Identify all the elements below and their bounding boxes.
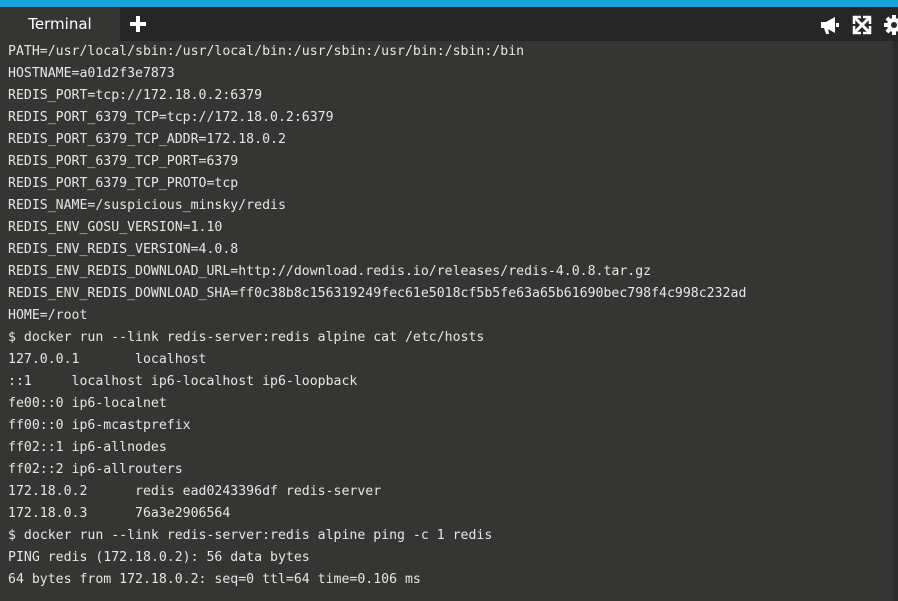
terminal-scrollbar[interactable] xyxy=(893,41,898,601)
terminal-line: 172.18.0.3 76a3e2906564 xyxy=(8,506,231,521)
top-accent-bar xyxy=(0,0,898,7)
terminal-line: ff02::1 ip6-allnodes xyxy=(8,440,167,455)
terminal-output[interactable]: PATH=/usr/local/sbin:/usr/local/bin:/usr… xyxy=(0,41,893,601)
terminal-line: REDIS_PORT_6379_TCP_ADDR=172.18.0.2 xyxy=(8,132,286,147)
terminal-line: ff00::0 ip6-mcastprefix xyxy=(8,418,191,433)
tab-bar: Terminal xyxy=(0,7,898,41)
terminal-line: ::1 localhost ip6-localhost ip6-loopback xyxy=(8,374,358,389)
gear-icon[interactable] xyxy=(883,14,898,36)
terminal-line: REDIS_ENV_REDIS_DOWNLOAD_URL=http://down… xyxy=(8,264,652,279)
megaphone-icon[interactable] xyxy=(819,14,841,36)
terminal-line: $ docker run --link redis-server:redis a… xyxy=(8,330,485,345)
terminal-line: 127.0.0.1 localhost xyxy=(8,352,207,367)
terminal-line: REDIS_PORT_6379_TCP_PROTO=tcp xyxy=(8,176,239,191)
terminal-line: REDIS_ENV_REDIS_DOWNLOAD_SHA=ff0c38b8c15… xyxy=(8,286,747,301)
terminal-line: 64 bytes from 172.18.0.2: seq=0 ttl=64 t… xyxy=(8,572,421,587)
terminal-line: fe00::0 ip6-localnet xyxy=(8,396,167,411)
terminal-line: PING redis (172.18.0.2): 56 data bytes xyxy=(8,550,310,565)
terminal-line: REDIS_ENV_GOSU_VERSION=1.10 xyxy=(8,220,223,235)
terminal-line: REDIS_PORT_6379_TCP_PORT=6379 xyxy=(8,154,239,169)
terminal-line: REDIS_NAME=/suspicious_minsky/redis xyxy=(8,198,286,213)
terminal-line: REDIS_PORT=tcp://172.18.0.2:6379 xyxy=(8,88,263,103)
terminal-line: $ docker run --link redis-server:redis a… xyxy=(8,528,493,543)
plus-icon[interactable] xyxy=(126,11,150,37)
terminal-line: HOME=/root xyxy=(8,308,88,323)
terminal-line: REDIS_ENV_REDIS_VERSION=4.0.8 xyxy=(8,242,239,257)
terminal-line: REDIS_PORT_6379_TCP=tcp://172.18.0.2:637… xyxy=(8,110,334,125)
terminal-line: PATH=/usr/local/sbin:/usr/local/bin:/usr… xyxy=(8,44,525,59)
terminal-line: ff02::2 ip6-allrouters xyxy=(8,462,183,477)
tab-terminal[interactable]: Terminal xyxy=(0,7,120,41)
terminal-line: 172.18.0.2 redis ead0243396df redis-serv… xyxy=(8,484,382,499)
terminal-line: HOSTNAME=a01d2f3e7873 xyxy=(8,66,175,81)
expand-icon[interactable] xyxy=(851,14,873,36)
